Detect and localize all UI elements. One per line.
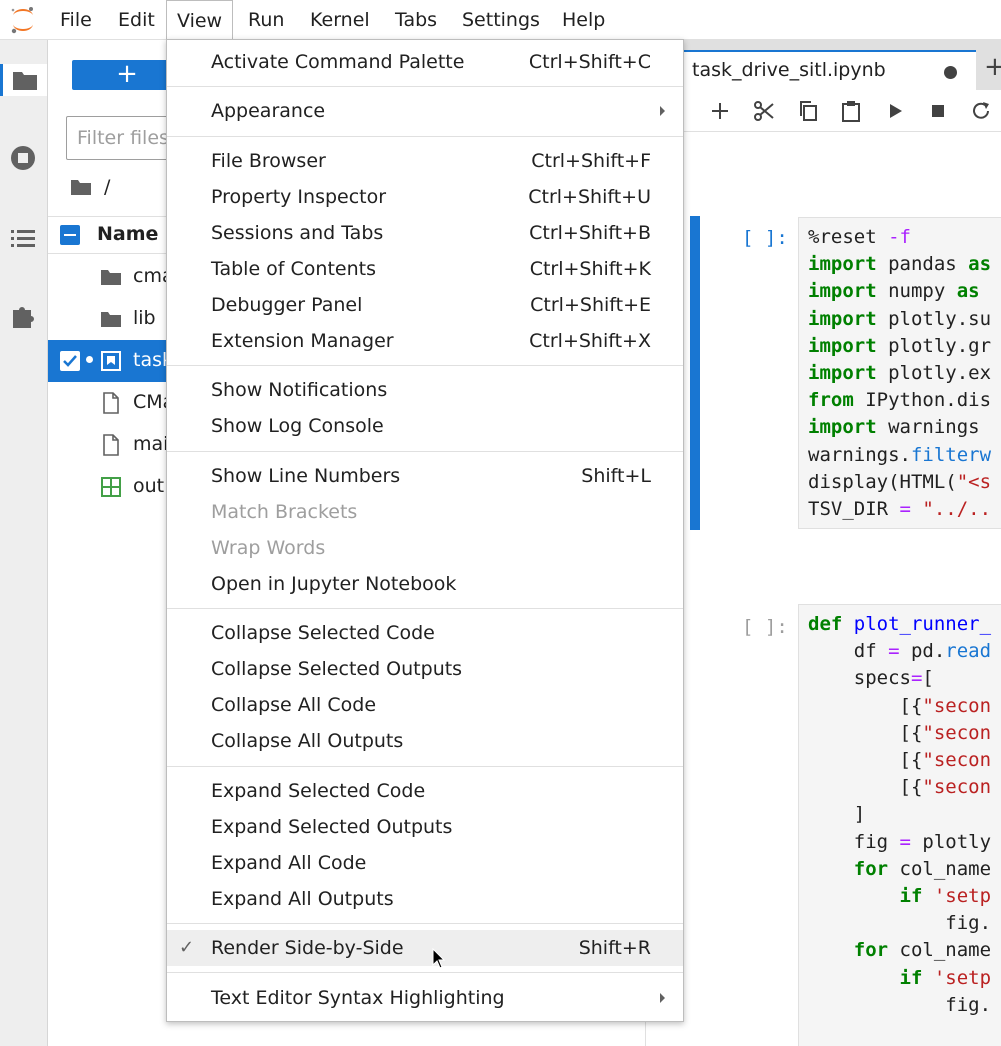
home-folder-icon[interactable] (70, 178, 92, 196)
spreadsheet-icon (101, 477, 121, 497)
menu-item-render-side-by-side[interactable]: ✓ Render Side-by-Side Shift+R (167, 930, 683, 966)
menu-item-expand-all-code[interactable]: Expand All Code (167, 845, 683, 881)
tab-label: task_drive_sitl.ipynb (692, 59, 886, 81)
menu-separator (167, 608, 683, 609)
active-cell-indicator[interactable] (690, 216, 700, 530)
file-icon (103, 392, 119, 414)
file-name: mai (133, 433, 169, 455)
folder-icon (101, 270, 121, 285)
submenu-arrow-icon (660, 993, 665, 1003)
notebook-panel: task_drive_sitl.ipynb + [ ]: %reset -f i… (646, 40, 1001, 1046)
submenu-arrow-icon (660, 106, 665, 116)
insert-cell-icon[interactable] (708, 99, 732, 123)
run-icon[interactable] (883, 99, 907, 123)
copy-icon[interactable] (796, 99, 820, 123)
menu-view[interactable]: View (166, 0, 234, 41)
menu-item-expand-selected-outputs[interactable]: Expand Selected Outputs (167, 809, 683, 845)
menu-item-show-log-console[interactable]: Show Log Console (167, 408, 683, 444)
menu-item-sessions-and-tabs[interactable]: Sessions and Tabs Ctrl+Shift+B (167, 215, 683, 251)
restart-icon[interactable] (969, 99, 993, 123)
menu-item-activate-command-palette[interactable]: Activate Command Palette Ctrl+Shift+C (167, 44, 683, 80)
menu-item-expand-all-outputs[interactable]: Expand All Outputs (167, 881, 683, 917)
code-cell-1[interactable]: %reset -f import pandas as import numpy … (798, 217, 1001, 529)
menu-separator (167, 136, 683, 137)
menu-item-collapse-selected-outputs[interactable]: Collapse Selected Outputs (167, 651, 683, 687)
jupyter-logo-icon[interactable] (9, 5, 37, 35)
stop-icon[interactable] (926, 99, 950, 123)
menu-separator (167, 451, 683, 452)
menu-item-match-brackets: Match Brackets (211, 501, 358, 523)
checkmark-icon: ✓ (179, 937, 195, 958)
activity-bar (0, 40, 48, 1046)
menu-tabs[interactable]: Tabs (385, 0, 447, 40)
menu-item-collapse-selected-code[interactable]: Collapse Selected Code (167, 615, 683, 651)
add-tab-button[interactable]: + (984, 52, 1001, 82)
select-all-checkbox[interactable] (60, 225, 80, 245)
paste-icon[interactable] (839, 99, 863, 123)
file-name: out (133, 475, 165, 497)
folder-icon[interactable] (0, 64, 47, 96)
menu-item-appearance[interactable]: Appearance (167, 93, 683, 129)
menu-item-table-of-contents[interactable]: Table of Contents Ctrl+Shift+K (167, 251, 683, 287)
view-menu-dropdown: Activate Command Palette Ctrl+Shift+C App… (166, 39, 684, 1022)
menu-item-open-in-jupyter-notebook[interactable]: Open in Jupyter Notebook (167, 566, 683, 602)
cell-prompt: [ ]: (742, 227, 788, 249)
name-column-header[interactable]: Name (97, 223, 158, 245)
menu-kernel[interactable]: Kernel (300, 0, 380, 40)
menu-separator (167, 86, 683, 87)
menu-separator (167, 766, 683, 767)
menu-item-extension-manager[interactable]: Extension Manager Ctrl+Shift+X (167, 323, 683, 359)
menu-item-debugger-panel[interactable]: Debugger Panel Ctrl+Shift+E (167, 287, 683, 323)
tab-task-drive-sitl[interactable]: task_drive_sitl.ipynb (676, 50, 976, 90)
menu-settings[interactable]: Settings (452, 0, 550, 40)
mouse-pointer-icon (432, 947, 446, 975)
code-cell-2[interactable]: def plot_runner_ df = pd.read specs=[ [{… (798, 604, 1001, 1046)
menu-item-file-browser[interactable]: File Browser Ctrl+Shift+F (167, 143, 683, 179)
menu-separator (167, 365, 683, 366)
menu-item-show-line-numbers[interactable]: Show Line Numbers Shift+L (167, 458, 683, 494)
table-of-contents-icon[interactable] (7, 222, 39, 254)
cell-prompt: [ ]: (742, 616, 788, 638)
menu-bar: File Edit View Run Kernel Tabs Settings … (0, 0, 1001, 41)
menu-item-property-inspector[interactable]: Property Inspector Ctrl+Shift+U (167, 179, 683, 215)
notebook-toolbar (646, 90, 1001, 132)
tab-bar: task_drive_sitl.ipynb + (646, 40, 1001, 90)
menu-item-collapse-all-code[interactable]: Collapse All Code (167, 687, 683, 723)
menu-item-collapse-all-outputs[interactable]: Collapse All Outputs (167, 723, 683, 759)
folder-icon (101, 312, 121, 327)
running-sessions-icon[interactable] (7, 142, 39, 174)
breadcrumb: / (70, 174, 110, 200)
menu-separator (167, 923, 683, 924)
running-indicator (86, 356, 93, 363)
menu-item-expand-selected-code[interactable]: Expand Selected Code (167, 773, 683, 809)
menu-file[interactable]: File (50, 0, 102, 40)
menu-edit[interactable]: Edit (108, 0, 165, 40)
menu-separator (167, 972, 683, 973)
unsaved-indicator-icon[interactable] (944, 66, 957, 79)
menu-run[interactable]: Run (238, 0, 294, 40)
file-icon (103, 434, 119, 456)
breadcrumb-root[interactable]: / (104, 176, 110, 198)
row-checkbox[interactable] (60, 351, 80, 371)
menu-item-wrap-words: Wrap Words (211, 537, 326, 559)
menu-item-show-notifications[interactable]: Show Notifications (167, 372, 683, 408)
cut-icon[interactable] (752, 99, 776, 123)
notebook-icon (101, 351, 121, 371)
file-name: lib (133, 307, 156, 329)
menu-item-text-editor-syntax-highlighting[interactable]: Text Editor Syntax Highlighting (167, 980, 683, 1016)
extension-puzzle-icon[interactable] (7, 300, 39, 332)
menu-help[interactable]: Help (552, 0, 615, 40)
